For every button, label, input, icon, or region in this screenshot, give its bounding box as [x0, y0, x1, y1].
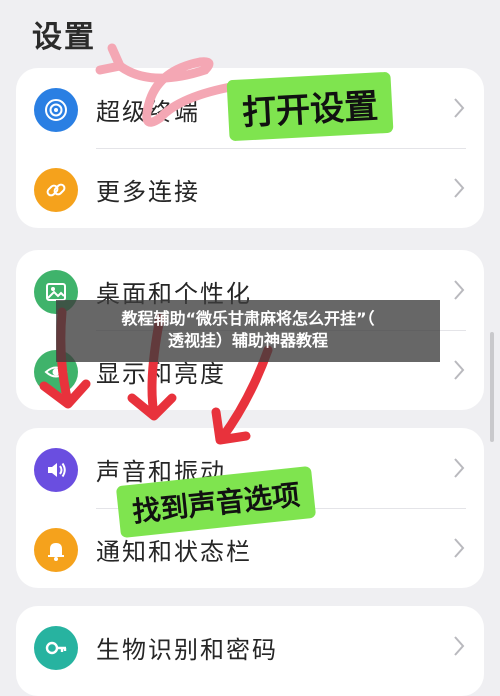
watermark-banner: 教程辅助“微乐甘肃麻将怎么开挂”（ 透视挂）辅助神器教程 [56, 300, 440, 362]
banner-line-1: 教程辅助“微乐甘肃麻将怎么开挂”（ [121, 309, 375, 328]
key-icon [34, 626, 78, 670]
chevron-right-icon [454, 280, 465, 300]
divider [96, 148, 466, 149]
link-icon [34, 168, 78, 212]
swirl-arrowhead-shape [95, 43, 125, 75]
super-device-icon [34, 88, 78, 132]
chevron-right-icon [454, 458, 465, 478]
annotation-open-settings: 打开设置 [226, 71, 394, 142]
settings-item-label: 通知和状态栏 [96, 538, 252, 566]
scrollbar[interactable] [490, 332, 494, 442]
banner-line-2: 透视挂）辅助神器教程 [167, 331, 328, 350]
chevron-right-icon [454, 360, 465, 380]
chevron-right-icon [454, 636, 465, 656]
settings-item-biometrics-password[interactable]: 生物识别和密码 [16, 610, 484, 686]
settings-item-label: 超级终端 [96, 98, 200, 126]
sound-icon [34, 448, 78, 492]
bell-icon [34, 528, 78, 572]
chevron-right-icon [454, 538, 465, 558]
settings-item-more-connections[interactable]: 更多连接 [16, 152, 484, 228]
settings-item-label: 更多连接 [96, 178, 200, 206]
settings-item-label: 生物识别和密码 [96, 636, 278, 664]
settings-group-security: 生物识别和密码 [16, 606, 484, 696]
chevron-right-icon [454, 178, 465, 198]
chevron-right-icon [454, 98, 465, 118]
page-title: 设置 [32, 20, 96, 55]
